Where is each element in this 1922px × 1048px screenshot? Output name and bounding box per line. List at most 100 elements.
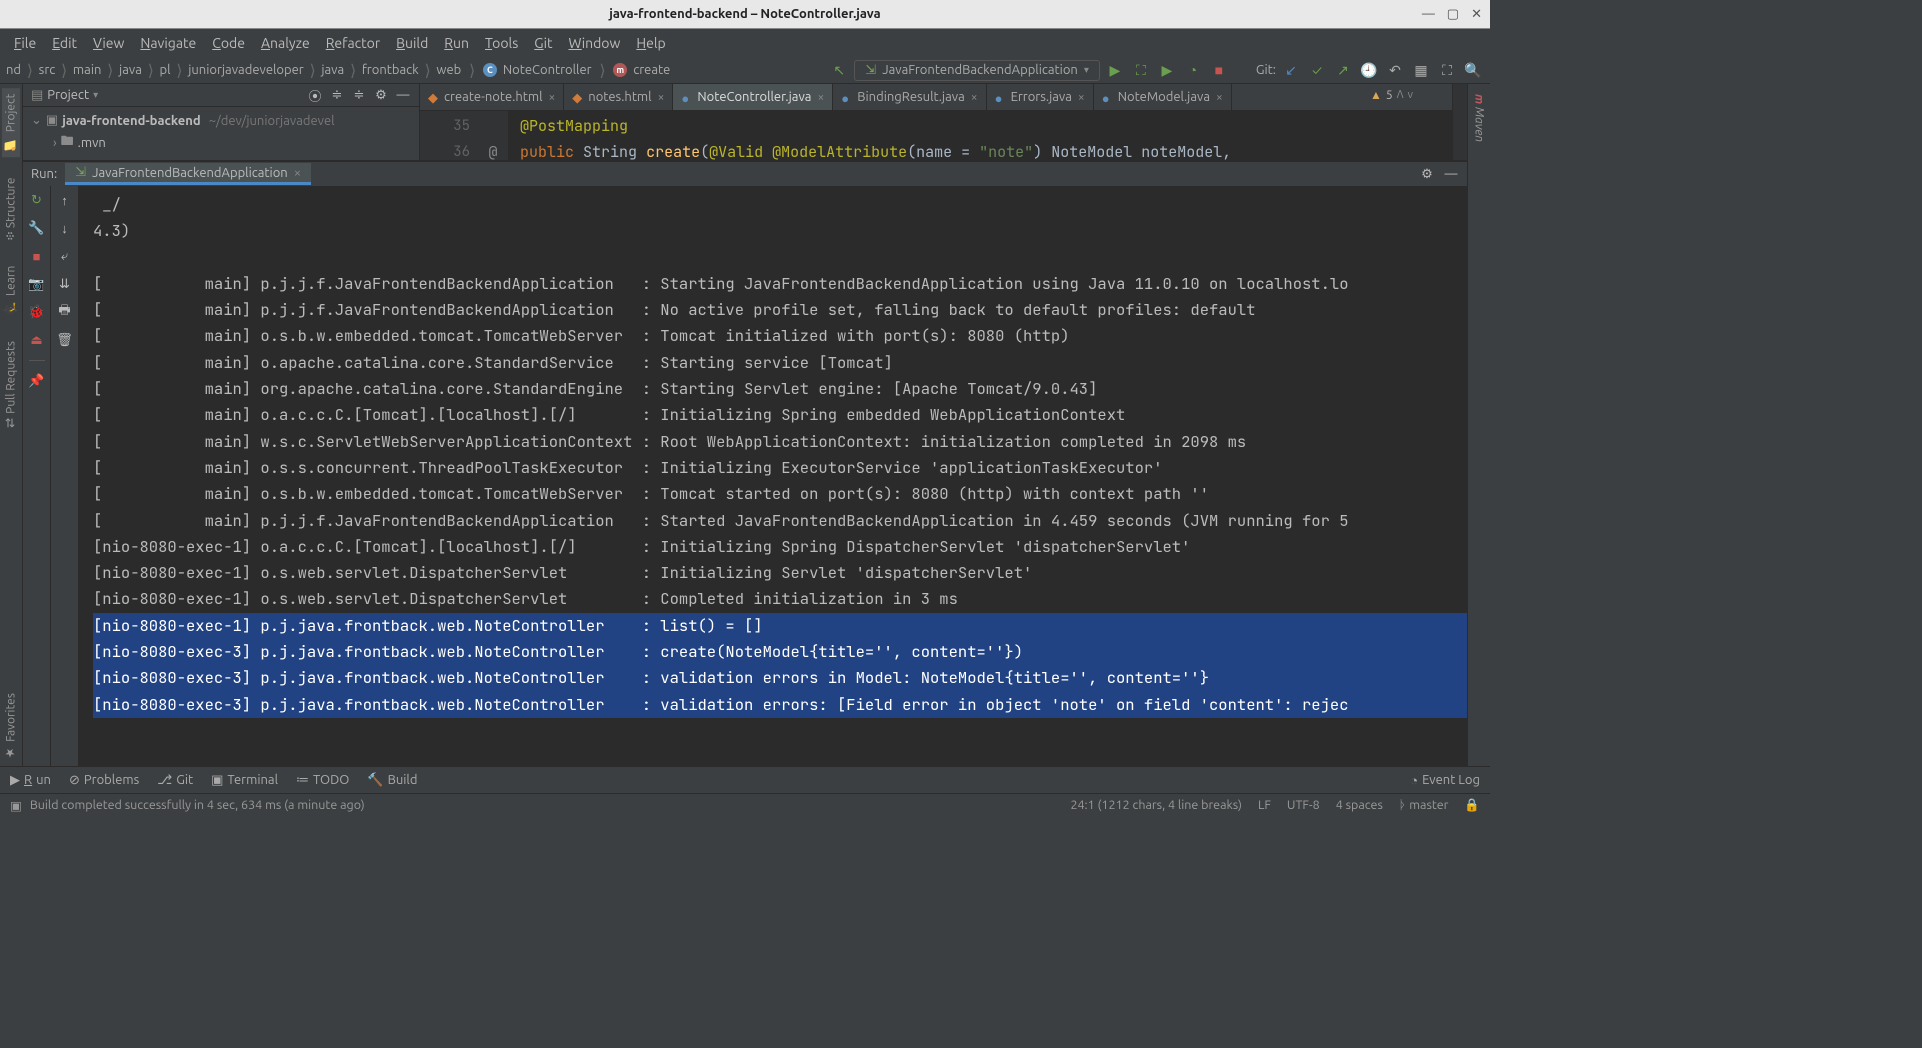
console-line-selected[interactable]: [nio-8080-exec-1] p.j.java.frontback.web… bbox=[93, 613, 1467, 639]
crumb-src[interactable]: src bbox=[39, 63, 56, 77]
favorites-tab[interactable]: ★Favorites bbox=[2, 687, 20, 766]
tool-settings-icon[interactable]: ⚙ bbox=[373, 87, 389, 103]
tab-NoteModel.java[interactable]: ●NoteModel.java× bbox=[1094, 84, 1232, 110]
console-output[interactable]: _/ 4.3) [ main] p.j.j.f.JavaFrontendBack… bbox=[79, 186, 1467, 766]
menu-analyze[interactable]: Analyze bbox=[255, 33, 316, 53]
close-tab-icon[interactable]: × bbox=[658, 91, 665, 104]
debug-icon[interactable]: ⛶ bbox=[1133, 62, 1149, 78]
minimize-icon[interactable]: — bbox=[1422, 7, 1435, 22]
crumb-pl[interactable]: pl bbox=[160, 63, 171, 77]
pin-icon[interactable]: 📌 bbox=[29, 373, 45, 389]
project-toolwindow-title[interactable]: ▤ Project ▾ bbox=[31, 88, 98, 103]
close-tab-icon[interactable]: × bbox=[971, 91, 978, 104]
crumb-web[interactable]: web bbox=[436, 63, 461, 77]
tab-Errors.java[interactable]: ●Errors.java× bbox=[987, 84, 1094, 110]
annotation-gutter[interactable]: @ bbox=[478, 111, 508, 160]
close-tab-icon[interactable]: × bbox=[1216, 91, 1223, 104]
prev-highlight-icon[interactable]: ʌ bbox=[1397, 89, 1404, 101]
tab-BindingResult.java[interactable]: ●BindingResult.java× bbox=[833, 84, 986, 110]
menu-code[interactable]: Code bbox=[206, 33, 251, 53]
run-config-selector[interactable]: ⇲ JavaFrontendBackendApplication ▾ bbox=[854, 60, 1100, 81]
structure-tab[interactable]: ፨Structure bbox=[2, 171, 20, 246]
line-separator[interactable]: LF bbox=[1258, 798, 1271, 812]
hide-run-icon[interactable]: — bbox=[1443, 166, 1459, 182]
console-line-selected[interactable]: [nio-8080-exec-3] p.j.java.frontback.web… bbox=[93, 639, 1467, 665]
stop-icon[interactable]: ■ bbox=[1211, 62, 1227, 78]
restart-debug-icon[interactable]: 🐞 bbox=[29, 304, 45, 320]
menu-refactor[interactable]: Refactor bbox=[320, 33, 386, 53]
learn-tab[interactable]: 🎓Learn bbox=[2, 260, 20, 321]
close-icon[interactable]: ✕ bbox=[1471, 7, 1482, 22]
pull-requests-tab[interactable]: ⇄Pull Requests bbox=[2, 335, 20, 434]
project-struct-icon[interactable]: ▦ bbox=[1413, 62, 1429, 78]
maximize-icon[interactable]: ▢ bbox=[1447, 7, 1459, 22]
bottom-tab-todo[interactable]: ≔TODO bbox=[296, 773, 349, 788]
stop-run-icon[interactable]: ■ bbox=[29, 248, 45, 264]
git-history-icon[interactable]: 🕘 bbox=[1361, 62, 1377, 78]
status-hamburger-icon[interactable]: ▣ bbox=[10, 798, 22, 813]
dump-icon[interactable]: 📷 bbox=[29, 276, 45, 292]
git-commit-icon[interactable]: ✓ bbox=[1309, 62, 1325, 78]
hide-tool-icon[interactable]: — bbox=[395, 87, 411, 103]
exit-icon[interactable]: ⏏ bbox=[29, 332, 45, 348]
git-branch[interactable]: ᚦ master bbox=[1399, 798, 1449, 812]
crumb-frontback[interactable]: frontback bbox=[362, 63, 419, 77]
bottom-tab-terminal[interactable]: ▣Terminal bbox=[211, 773, 278, 788]
git-update-icon[interactable]: ↙ bbox=[1283, 62, 1299, 78]
tab-create-note.html[interactable]: ◆create-note.html× bbox=[420, 84, 564, 110]
menu-build[interactable]: Build bbox=[390, 33, 434, 53]
menu-window[interactable]: Window bbox=[562, 33, 626, 53]
expand-all-icon[interactable]: ≑ bbox=[329, 87, 345, 103]
breadcrumb-method[interactable]: create bbox=[633, 63, 670, 77]
run-tab[interactable]: ⇲ JavaFrontendBackendApplication × bbox=[65, 163, 311, 185]
bottom-tab-git[interactable]: ⎇Git bbox=[157, 773, 193, 788]
clear-icon[interactable]: 🗑 bbox=[57, 332, 73, 348]
run-settings2-icon[interactable]: 🔧 bbox=[29, 220, 45, 236]
ide-settings-icon[interactable]: ⛶ bbox=[1439, 62, 1455, 78]
softwrap-icon[interactable]: ⤶ bbox=[57, 248, 73, 264]
error-stripe[interactable] bbox=[1452, 84, 1467, 160]
project-tab[interactable]: 📁Project bbox=[2, 88, 20, 157]
console-line-selected[interactable]: [nio-8080-exec-3] p.j.java.frontback.web… bbox=[93, 665, 1467, 691]
git-push-icon[interactable]: ↗ bbox=[1335, 62, 1351, 78]
maven-tab[interactable]: m Maven bbox=[1471, 88, 1488, 148]
profile-icon[interactable]: ◔ bbox=[1185, 62, 1201, 78]
inspection-badge[interactable]: ▲ 5 ʌ v bbox=[1370, 88, 1413, 102]
code-area[interactable]: 3536 @ @PostMapping public String create… bbox=[420, 111, 1467, 160]
line-gutter[interactable]: 3536 bbox=[420, 111, 478, 160]
rerun-icon[interactable]: ↻ bbox=[29, 192, 45, 208]
close-tab-icon[interactable]: × bbox=[548, 91, 555, 104]
lock-icon[interactable]: 🔒 bbox=[1464, 798, 1480, 813]
project-root[interactable]: ⌄ ▣ java-frontend-backend ~/dev/juniorja… bbox=[31, 111, 411, 130]
close-tab-icon[interactable]: × bbox=[817, 91, 824, 104]
crumb-java[interactable]: java bbox=[321, 63, 344, 77]
menu-file[interactable]: File bbox=[8, 33, 42, 53]
event-log[interactable]: ◔Event Log bbox=[1410, 773, 1480, 788]
run-icon[interactable]: ▶ bbox=[1107, 62, 1123, 78]
indent-settings[interactable]: 4 spaces bbox=[1336, 798, 1383, 812]
next-highlight-icon[interactable]: v bbox=[1408, 89, 1413, 101]
bottom-tab-problems[interactable]: ⊘Problems bbox=[69, 773, 139, 788]
coverage-icon[interactable]: ▶ bbox=[1159, 62, 1175, 78]
bottom-tab-run[interactable]: ▶Run bbox=[10, 773, 51, 788]
close-tab-icon[interactable]: × bbox=[1078, 91, 1085, 104]
print-icon[interactable]: 🖶 bbox=[57, 304, 73, 320]
bottom-tab-build[interactable]: 🔨Build bbox=[367, 773, 417, 788]
console-line-selected[interactable]: [nio-8080-exec-3] p.j.java.frontback.web… bbox=[93, 692, 1467, 718]
select-opened-icon[interactable]: ⦿ bbox=[307, 87, 323, 103]
breadcrumbs[interactable]: nd⟩src⟩main⟩java⟩pl⟩juniorjavadeveloper⟩… bbox=[6, 61, 461, 80]
back-icon[interactable]: ↖ bbox=[831, 62, 847, 78]
menu-git[interactable]: Git bbox=[528, 33, 558, 53]
menu-navigate[interactable]: Navigate bbox=[134, 33, 202, 53]
tree-mvn-folder[interactable]: › 🖿 .mvn bbox=[31, 130, 411, 156]
file-encoding[interactable]: UTF-8 bbox=[1287, 798, 1320, 812]
collapse-all-icon[interactable]: ≑ bbox=[351, 87, 367, 103]
cursor-position[interactable]: 24:1 (1212 chars, 4 line breaks) bbox=[1070, 798, 1242, 812]
crumb-java[interactable]: java bbox=[119, 63, 142, 77]
menu-help[interactable]: Help bbox=[630, 33, 671, 53]
menu-run[interactable]: Run bbox=[438, 33, 475, 53]
tab-NoteController.java[interactable]: ●NoteController.java× bbox=[673, 84, 833, 110]
crumb-nd[interactable]: nd bbox=[6, 63, 21, 77]
menu-tools[interactable]: Tools bbox=[479, 33, 524, 53]
crumb-juniorjavadeveloper[interactable]: juniorjavadeveloper bbox=[188, 63, 304, 77]
